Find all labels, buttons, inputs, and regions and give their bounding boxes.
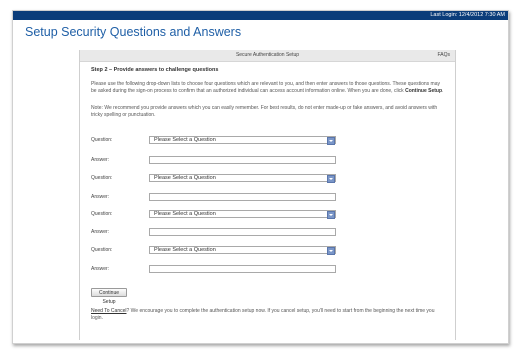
question-label: Question: <box>91 175 113 181</box>
answer-label: Answer: <box>91 194 110 200</box>
answer-label: Answer: <box>91 229 110 235</box>
page-frame: Last Login: 12/4/2012 7:30 AM Setup Secu… <box>12 10 509 344</box>
section-header-title: Secure Authentication Setup <box>235 52 300 58</box>
answer-input-1[interactable] <box>149 156 336 164</box>
chevron-down-icon[interactable] <box>327 175 335 183</box>
instructions-body: Please use the following drop-down lists… <box>91 81 441 94</box>
section-header: Secure Authentication Setup FAQs <box>80 50 455 62</box>
cancel-note: Need To Cancel? We encourage you to comp… <box>91 308 446 321</box>
answer-label: Answer: <box>91 266 110 272</box>
continue-setup-button[interactable]: Continue Setup <box>91 288 127 305</box>
question-label: Question: <box>91 137 113 143</box>
question-label: Question: <box>91 211 113 217</box>
faq-link[interactable]: FAQs <box>437 50 450 61</box>
content-panel: Secure Authentication Setup FAQs Step 2 … <box>79 50 456 340</box>
chevron-down-icon[interactable] <box>327 247 335 255</box>
question-select-value: Please Select a Question <box>154 137 216 143</box>
question-select-4[interactable]: Please Select a Question <box>149 246 336 255</box>
answer-input-2[interactable] <box>149 193 336 201</box>
question-select-value: Please Select a Question <box>154 175 216 181</box>
top-bar: Last Login: 12/4/2012 7:30 AM <box>13 11 508 20</box>
question-select-3[interactable]: Please Select a Question <box>149 210 336 219</box>
question-select-2[interactable]: Please Select a Question <box>149 174 336 183</box>
chevron-down-icon[interactable] <box>327 211 335 219</box>
instructions-end: . <box>442 87 444 94</box>
step-heading: Step 2 – Provide answers to challenge qu… <box>91 67 219 73</box>
question-label: Question: <box>91 247 113 253</box>
need-to-cancel-link[interactable]: Need To Cancel <box>91 308 127 314</box>
question-select-value: Please Select a Question <box>154 211 216 217</box>
page-title: Setup Security Questions and Answers <box>25 25 242 39</box>
instructions-text: Please use the following drop-down lists… <box>91 81 446 94</box>
answer-input-4[interactable] <box>149 265 336 273</box>
answer-label: Answer: <box>91 157 110 163</box>
cancel-note-text: ? We encourage you to complete the authe… <box>91 308 435 321</box>
chevron-down-icon[interactable] <box>327 137 335 145</box>
note-text: Note: We recommend you provide answers w… <box>91 105 438 118</box>
instructions-emphasis: Continue Setup <box>405 87 443 94</box>
question-select-value: Please Select a Question <box>154 247 216 253</box>
answer-input-3[interactable] <box>149 228 336 236</box>
question-select-1[interactable]: Please Select a Question <box>149 136 336 145</box>
last-login-text: Last Login: 12/4/2012 7:30 AM <box>430 12 505 18</box>
